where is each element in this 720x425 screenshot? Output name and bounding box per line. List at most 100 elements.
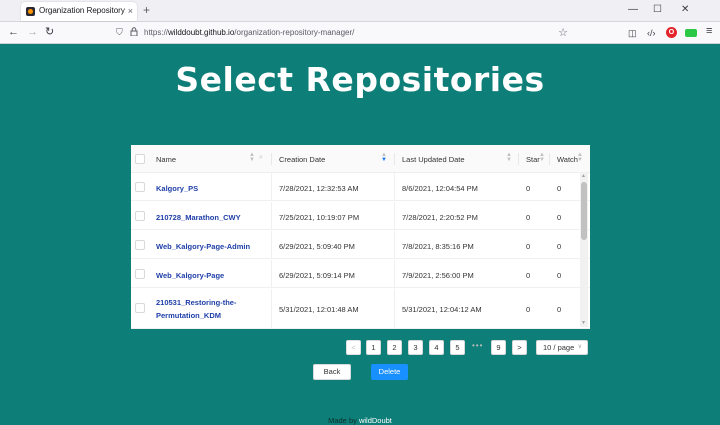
bookmark-star-icon[interactable]: ☆	[558, 26, 568, 39]
sort-icon[interactable]: ▲ ▼	[539, 152, 545, 163]
table-row[interactable]: 210728_Marathon_CWY 7/25/2021, 10:19:07 …	[131, 202, 590, 230]
author-link[interactable]: wildDoubt	[359, 416, 392, 425]
sort-icon[interactable]: ▲ ▼	[506, 152, 512, 163]
opera-icon[interactable]: O	[666, 27, 677, 38]
table-row[interactable]: 210531_Restoring-the-Permutation_KDM 5/3…	[131, 289, 590, 329]
cell-divider	[394, 173, 395, 200]
search-icon[interactable]: ⌕	[259, 154, 263, 162]
page-button[interactable]: 3	[408, 340, 423, 355]
url-prefix: https://	[144, 28, 169, 37]
star-count: 0	[526, 213, 531, 222]
reload-icon[interactable]: ↻	[45, 25, 54, 40]
updated-date: 5/31/2021, 12:04:12 AM	[402, 305, 482, 314]
updated-date: 7/28/2021, 2:20:52 PM	[402, 213, 478, 222]
scroll-up-icon[interactable]: ▲	[581, 173, 586, 179]
forward-arrow-icon[interactable]: →	[27, 25, 38, 40]
creation-date: 7/28/2021, 12:32:53 AM	[279, 184, 359, 193]
repo-name[interactable]: Web_Kalgory-Page	[156, 271, 224, 280]
table-scrollbar[interactable]: ▲ ▼	[580, 172, 588, 327]
row-checkbox[interactable]	[135, 303, 145, 313]
maximize-icon[interactable]: ☐	[653, 3, 662, 17]
column-divider	[394, 153, 395, 165]
repo-name[interactable]: Web_Kalgory-Page-Admin	[156, 242, 250, 251]
column-header-updated[interactable]: Last Updated Date	[402, 155, 465, 164]
column-divider	[549, 153, 550, 165]
sort-icon[interactable]: ▲ ▼	[249, 152, 255, 163]
watch-count: 0	[557, 305, 562, 314]
back-arrow-icon[interactable]: ←	[8, 25, 19, 40]
url-bar[interactable]: ⛉ https://wilddoubt.github.io/organizati…	[110, 25, 580, 41]
row-checkbox[interactable]	[135, 182, 145, 192]
scroll-down-icon[interactable]: ▼	[581, 320, 586, 326]
repo-name[interactable]: 210728_Marathon_CWY	[156, 213, 241, 222]
url-path: /organization-repository-manager/	[234, 28, 355, 37]
scrollbar-thumb[interactable]	[581, 182, 587, 240]
browser-tab[interactable]: Organization Repository Mana ×	[21, 2, 137, 21]
creation-date: 7/25/2021, 10:19:07 PM	[279, 213, 360, 222]
page-size-value: 10 / page	[543, 343, 575, 352]
star-count: 0	[526, 271, 531, 280]
column-header-watch[interactable]: Watch	[557, 155, 578, 164]
back-button[interactable]: Back	[313, 364, 351, 380]
table-header: Name ▲ ▼ ⌕ Creation Date ▲ ▼ Last Updated …	[131, 145, 590, 173]
repository-table: Name ▲ ▼ ⌕ Creation Date ▲ ▼ Last Updated …	[131, 145, 590, 329]
page-button[interactable]: 4	[429, 340, 444, 355]
creation-date: 6/29/2021, 5:09:14 PM	[279, 271, 355, 280]
watch-count: 0	[557, 271, 562, 280]
tab-close-icon[interactable]: ×	[128, 5, 133, 17]
page-title: Select Repositories	[175, 60, 545, 99]
url-text: https://wilddoubt.github.io/organization…	[144, 28, 354, 37]
close-window-icon[interactable]: ✕	[681, 3, 689, 17]
column-divider	[271, 153, 272, 165]
page-button[interactable]: 9	[491, 340, 506, 355]
cell-divider	[394, 289, 395, 328]
row-checkbox[interactable]	[135, 211, 145, 221]
page-size-select[interactable]: 10 / page ∨	[536, 340, 588, 355]
select-all-checkbox[interactable]	[135, 154, 145, 164]
sort-icon[interactable]: ▲ ▼	[577, 152, 583, 163]
page-button[interactable]: 1	[366, 340, 381, 355]
menu-icon[interactable]: ≡	[706, 25, 712, 37]
pocket-icon[interactable]: ◫	[628, 27, 637, 39]
row-checkbox[interactable]	[135, 240, 145, 250]
watch-count: 0	[557, 213, 562, 222]
new-tab-button[interactable]: +	[143, 3, 150, 17]
page-button[interactable]: 5	[450, 340, 465, 355]
star-count: 0	[526, 242, 531, 251]
column-header-name[interactable]: Name	[156, 155, 176, 164]
cell-divider	[271, 173, 272, 200]
delete-button[interactable]: Delete	[371, 364, 408, 380]
next-page-button[interactable]: >	[512, 340, 527, 355]
shield-icon[interactable]: ⛉	[116, 27, 123, 38]
tab-title: Organization Repository Mana	[39, 6, 125, 15]
footer-prefix: Made by	[328, 416, 359, 425]
column-header-created[interactable]: Creation Date	[279, 155, 325, 164]
repo-name[interactable]: Kalgory_PS	[156, 184, 198, 193]
cell-divider	[394, 260, 395, 287]
row-checkbox[interactable]	[135, 269, 145, 279]
browser-tab-bar: Organization Repository Mana × + — ☐ ✕	[0, 0, 720, 22]
sort-icon[interactable]: ▲ ▼	[381, 152, 387, 163]
cell-divider	[394, 202, 395, 229]
page-ellipsis[interactable]: •••	[472, 341, 483, 350]
table-row[interactable]: Kalgory_PS 7/28/2021, 12:32:53 AM 8/6/20…	[131, 173, 590, 201]
cell-divider	[271, 260, 272, 287]
creation-date: 6/29/2021, 5:09:40 PM	[279, 242, 355, 251]
star-count: 0	[526, 305, 531, 314]
footer: Made by wildDoubt	[0, 416, 720, 425]
table-row[interactable]: Web_Kalgory-Page-Admin 6/29/2021, 5:09:4…	[131, 231, 590, 259]
cell-divider	[271, 289, 272, 328]
watch-count: 0	[557, 242, 562, 251]
browser-nav-bar: ← → ↻ ⛉ https://wilddoubt.github.io/orga…	[0, 22, 720, 44]
repo-name[interactable]: 210531_Restoring-the-Permutation_KDM	[156, 296, 256, 322]
column-header-star[interactable]: Star	[526, 155, 540, 164]
minimize-icon[interactable]: —	[628, 3, 638, 17]
prev-page-button[interactable]: <	[346, 340, 361, 355]
lock-icon	[130, 27, 138, 38]
extension-icon[interactable]	[685, 29, 697, 37]
table-row[interactable]: Web_Kalgory-Page 6/29/2021, 5:09:14 PM 7…	[131, 260, 590, 288]
column-divider	[518, 153, 519, 165]
devtools-icon[interactable]: ‹/›	[647, 27, 656, 39]
cell-divider	[271, 202, 272, 229]
page-button[interactable]: 2	[387, 340, 402, 355]
